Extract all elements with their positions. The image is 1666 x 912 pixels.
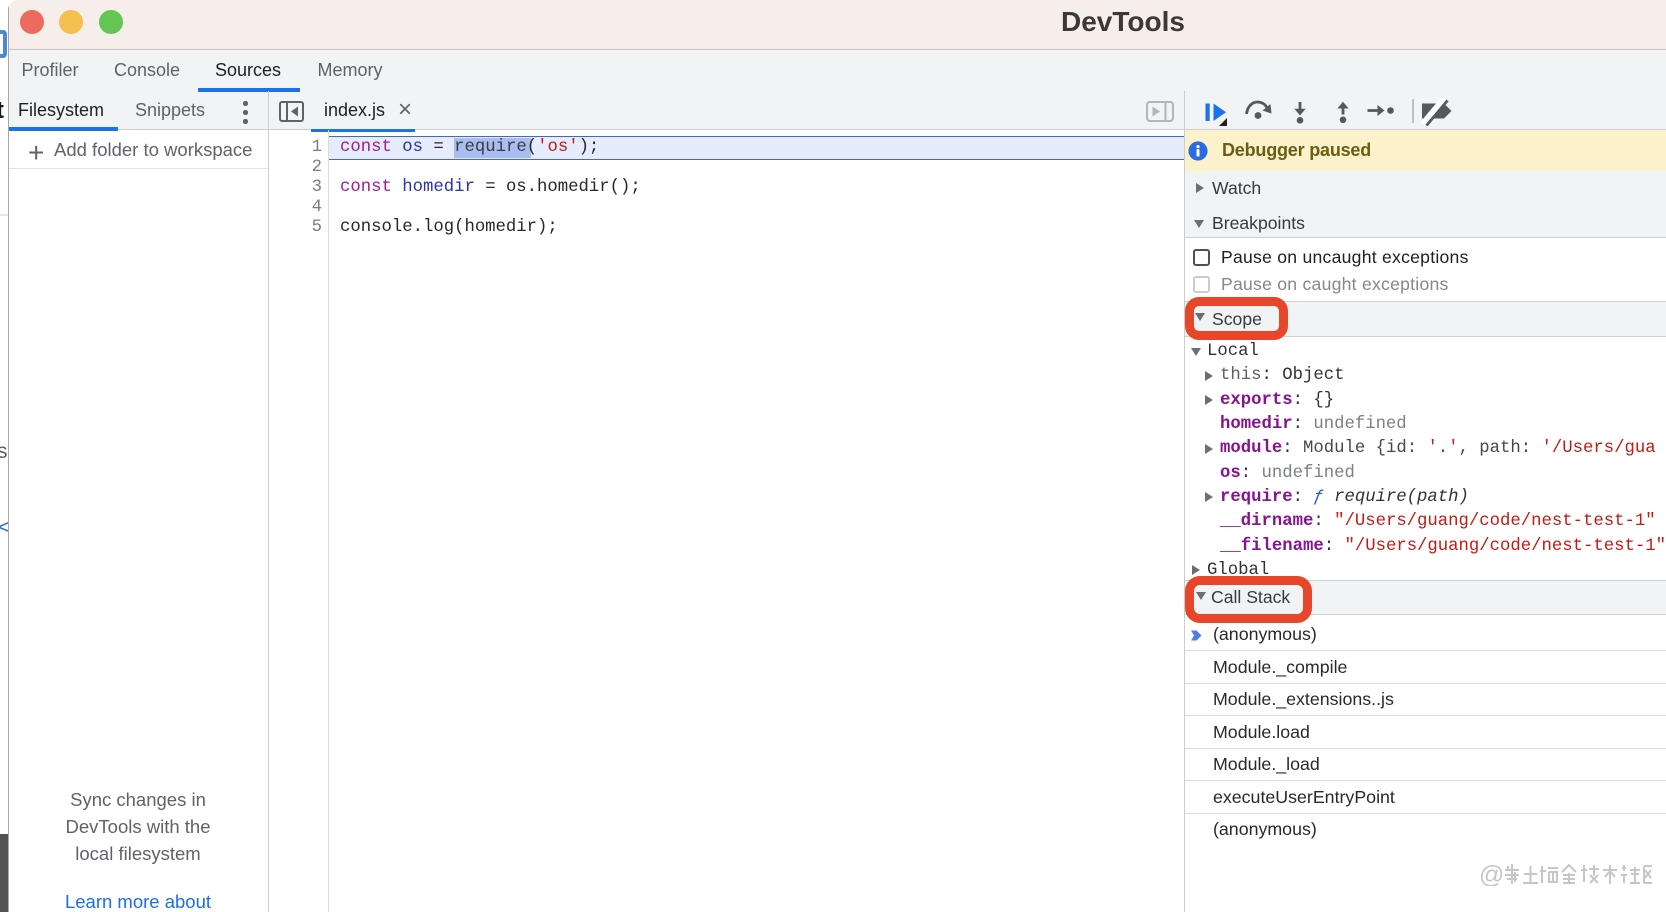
svg-text:@: @: [1479, 862, 1504, 886]
